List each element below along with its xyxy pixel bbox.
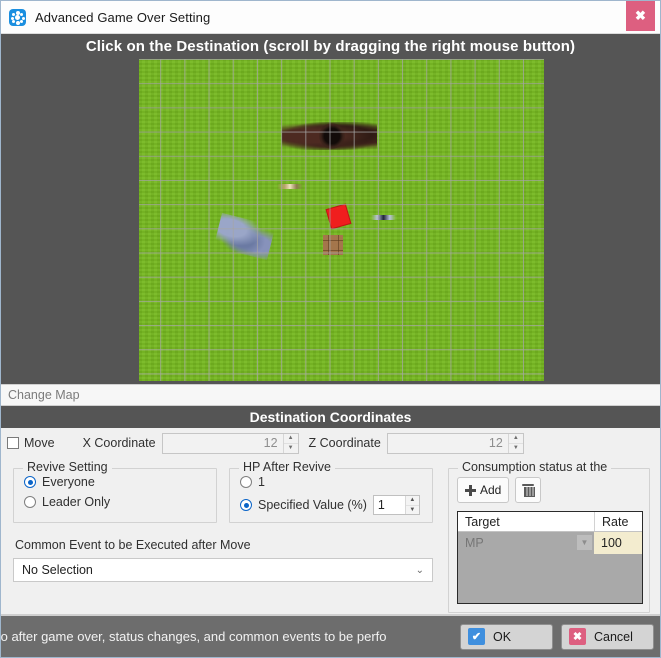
app-dots-icon [9,9,26,26]
z-coordinate-stepper[interactable]: 12 ▲▼ [387,433,524,454]
radio-indicator [240,499,252,511]
radio-everyone[interactable]: Everyone [24,475,110,489]
common-event-value: No Selection [22,563,93,577]
map-canvas[interactable] [139,59,544,381]
cancel-button-label: Cancel [594,630,633,644]
table-empty-area [458,554,642,603]
z-coordinate-value: 12 [388,434,508,453]
chevron-down-icon: ⌄ [416,565,424,576]
hp-stepper-arrows[interactable]: ▲▼ [405,496,419,514]
revive-setting-title: Revive Setting [23,460,112,474]
z-coordinate-label: Z Coordinate [309,436,381,450]
add-button-label: Add [480,483,501,497]
ok-button[interactable]: ✔ OK [460,624,553,650]
x-coordinate-value: 12 [163,434,283,453]
advanced-game-over-setting-window: Advanced Game Over Setting ✖ Click on th… [0,0,661,658]
checkbox-box [7,437,19,449]
revive-options: Everyone Leader Only [24,475,110,509]
radio-hp-one[interactable]: 1 [240,475,420,489]
footer-description: to after game over, status changes, and … [1,629,387,644]
radio-indicator [24,476,36,488]
check-icon: ✔ [468,628,485,645]
window-title: Advanced Game Over Setting [35,10,210,25]
cell-target-value: MP [465,536,484,550]
radio-indicator [24,496,36,508]
map-viewport[interactable] [1,59,660,384]
radio-leader-only-label: Leader Only [42,495,110,509]
footer-buttons: ✔ OK ✖ Cancel [460,624,654,650]
instruction-banner: Click on the Destination (scroll by drag… [1,34,660,59]
x-coordinate-stepper[interactable]: 12 ▲▼ [162,433,299,454]
cross-icon: ✖ [569,628,586,645]
change-map-label: Change Map [8,388,80,402]
trash-icon [522,484,534,497]
cancel-button[interactable]: ✖ Cancel [561,624,654,650]
cell-target[interactable]: MP ▼ [458,532,594,554]
x-coordinate-label: X Coordinate [83,436,156,450]
chevron-down-icon[interactable]: ▼ [577,535,592,550]
hp-value-stepper[interactable]: 1 ▲▼ [373,495,420,515]
common-event-select[interactable]: No Selection ⌄ [13,558,433,582]
hp-after-revive-title: HP After Revive [239,460,335,474]
close-icon[interactable]: ✖ [626,1,655,31]
add-button[interactable]: Add [457,477,509,503]
plus-icon [465,485,476,496]
settings-panel: Revive Setting Everyone Leader Only HP A… [1,458,660,621]
radio-everyone-label: Everyone [42,475,95,489]
coordinate-row: Move X Coordinate 12 ▲▼ Z Coordinate 12 … [1,428,660,458]
z-stepper-arrows[interactable]: ▲▼ [508,434,523,453]
x-stepper-arrows[interactable]: ▲▼ [283,434,298,453]
table-row[interactable]: MP ▼ 100 [458,532,642,554]
consumption-table[interactable]: Target Rate MP ▼ 100 [457,511,643,604]
revive-setting-group: Revive Setting Everyone Leader Only [13,468,217,523]
change-map-field[interactable]: Change Map [1,384,660,406]
consumption-toolbar: Add [457,477,541,503]
table-header-row: Target Rate [458,512,642,532]
consumption-status-title: Consumption status at the [458,460,611,474]
hp-options: 1 Specified Value (%) 1 ▲▼ [240,475,420,515]
destination-coordinates-header: Destination Coordinates [1,406,660,428]
radio-leader-only[interactable]: Leader Only [24,495,110,509]
hp-after-revive-group: HP After Revive 1 Specified Value (%) 1 … [229,468,433,523]
map-grid-overlay [139,59,544,381]
column-header-target: Target [458,512,594,531]
column-header-rate: Rate [594,512,642,531]
move-checkbox[interactable]: Move [7,436,55,450]
radio-hp-specified[interactable]: Specified Value (%) 1 ▲▼ [240,495,420,515]
footer-bar: to after game over, status changes, and … [1,614,661,657]
common-event-label: Common Event to be Executed after Move [15,538,251,552]
ok-button-label: OK [493,630,511,644]
move-checkbox-label: Move [24,436,55,450]
radio-hp-specified-label: Specified Value (%) [258,498,367,512]
radio-indicator [240,476,252,488]
consumption-status-group: Consumption status at the Add Target Rat… [448,468,650,613]
cell-rate[interactable]: 100 [594,532,642,554]
hp-value: 1 [374,496,405,514]
delete-button[interactable] [515,477,541,503]
title-bar: Advanced Game Over Setting ✖ [1,1,660,34]
radio-hp-one-label: 1 [258,475,265,489]
